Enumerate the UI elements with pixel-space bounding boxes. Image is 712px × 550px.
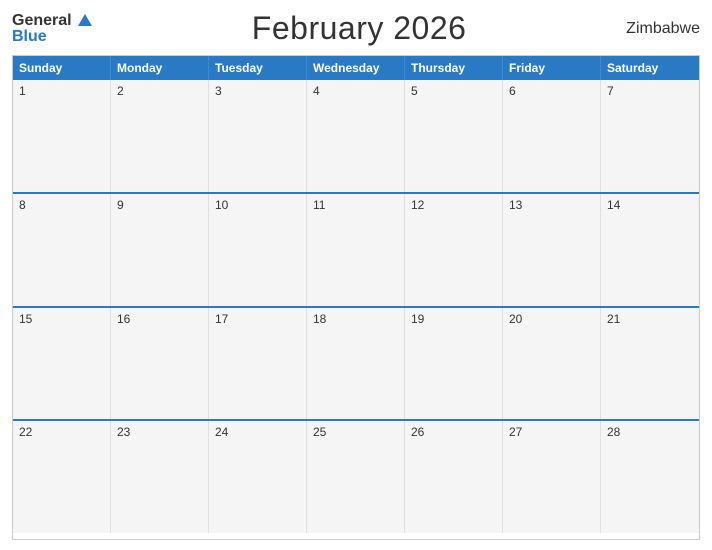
logo: General Blue: [12, 13, 92, 45]
day-25: 25: [307, 421, 405, 533]
week-2: 8 9 10 11 12 13 14: [13, 192, 699, 306]
logo-top: General: [12, 13, 92, 29]
day-14: 14: [601, 194, 699, 306]
day-15: 15: [13, 308, 111, 420]
day-2: 2: [111, 80, 209, 192]
day-6: 6: [503, 80, 601, 192]
col-friday: Friday: [503, 56, 601, 80]
calendar: Sunday Monday Tuesday Wednesday Thursday…: [12, 55, 700, 540]
day-19: 19: [405, 308, 503, 420]
day-11: 11: [307, 194, 405, 306]
col-sunday: Sunday: [13, 56, 111, 80]
day-1: 1: [13, 80, 111, 192]
day-20: 20: [503, 308, 601, 420]
day-28: 28: [601, 421, 699, 533]
country-label: Zimbabwe: [626, 20, 700, 38]
logo-general-text: General: [12, 12, 72, 29]
day-12: 12: [405, 194, 503, 306]
logo-triangle-icon: [78, 14, 92, 26]
day-3: 3: [209, 80, 307, 192]
col-tuesday: Tuesday: [209, 56, 307, 80]
day-4: 4: [307, 80, 405, 192]
day-7: 7: [601, 80, 699, 192]
day-9: 9: [111, 194, 209, 306]
col-monday: Monday: [111, 56, 209, 80]
week-4: 22 23 24 25 26 27 28: [13, 419, 699, 533]
day-27: 27: [503, 421, 601, 533]
day-8: 8: [13, 194, 111, 306]
day-22: 22: [13, 421, 111, 533]
week-3: 15 16 17 18 19 20 21: [13, 306, 699, 420]
calendar-body: 1 2 3 4 5 6 7 8 9 10 11 12 13 14 15 16: [13, 80, 699, 533]
day-13: 13: [503, 194, 601, 306]
header: General Blue February 2026 Zimbabwe: [12, 10, 700, 47]
day-10: 10: [209, 194, 307, 306]
day-24: 24: [209, 421, 307, 533]
col-wednesday: Wednesday: [307, 56, 405, 80]
day-23: 23: [111, 421, 209, 533]
col-thursday: Thursday: [405, 56, 503, 80]
day-5: 5: [405, 80, 503, 192]
day-17: 17: [209, 308, 307, 420]
calendar-header-row: Sunday Monday Tuesday Wednesday Thursday…: [13, 56, 699, 80]
day-21: 21: [601, 308, 699, 420]
day-18: 18: [307, 308, 405, 420]
week-1: 1 2 3 4 5 6 7: [13, 80, 699, 192]
col-saturday: Saturday: [601, 56, 699, 80]
day-16: 16: [111, 308, 209, 420]
calendar-title: February 2026: [252, 10, 467, 47]
day-26: 26: [405, 421, 503, 533]
page: General Blue February 2026 Zimbabwe Sund…: [0, 0, 712, 550]
logo-blue-text: Blue: [12, 28, 47, 45]
